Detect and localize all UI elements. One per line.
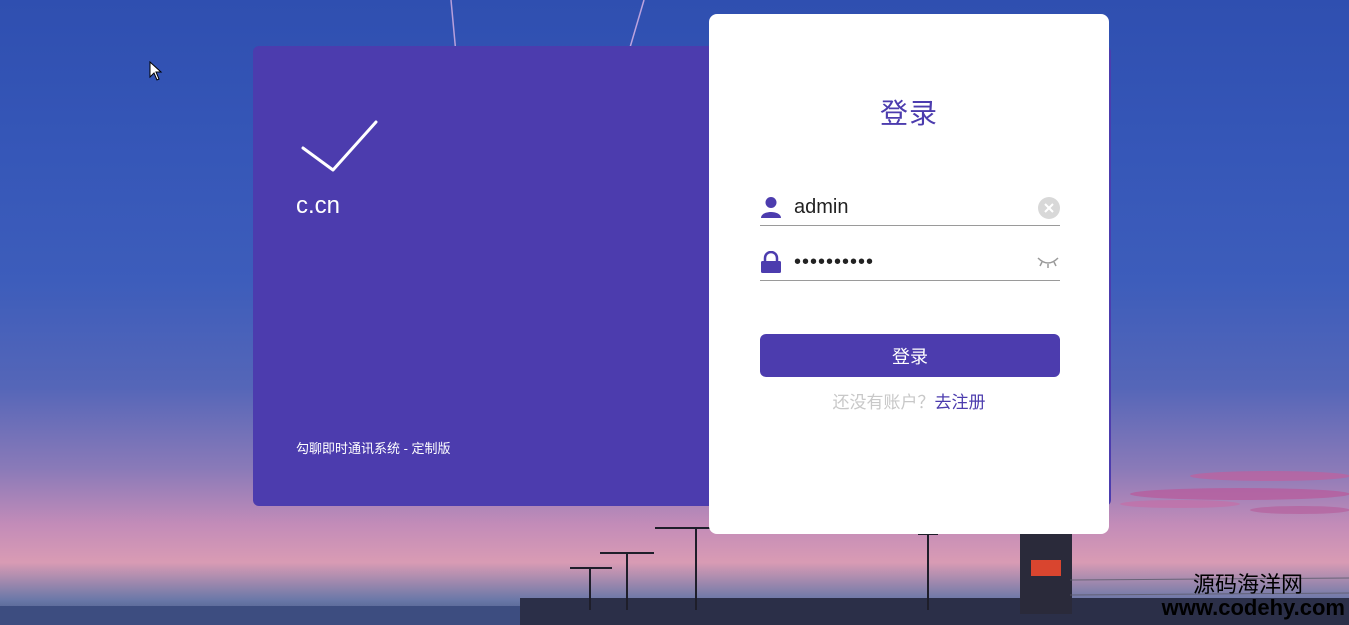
user-icon [761, 197, 781, 218]
mouse-pointer-icon [149, 61, 163, 81]
username-input[interactable] [794, 192, 1024, 222]
brand-name: c.cn [296, 192, 341, 219]
username-field [760, 188, 1060, 226]
lock-icon [761, 251, 781, 273]
register-prompt: 还没有账户？ [832, 393, 935, 412]
login-button[interactable]: 登录 [760, 334, 1060, 377]
brand-footer: 勾聊即时通讯系统 - 定制版 [296, 441, 451, 456]
password-field [760, 243, 1060, 281]
eye-closed-icon[interactable] [1036, 254, 1060, 270]
checkmark-icon [301, 120, 378, 172]
clear-icon[interactable] [1038, 197, 1060, 219]
watermark-url: www.codehy.com [1161, 594, 1345, 620]
password-input[interactable] [794, 247, 1024, 277]
login-title: 登录 [879, 98, 938, 129]
watermark: 源码海洋网 www.codehy.com [1162, 573, 1345, 619]
login-card: 登录 登录 还没有账户？去注册 [709, 14, 1109, 534]
register-prompt-line: 还没有账户？去注册 [709, 388, 1109, 413]
register-link[interactable]: 去注册 [935, 393, 986, 412]
watermark-cn: 源码海洋网 [1192, 571, 1303, 597]
